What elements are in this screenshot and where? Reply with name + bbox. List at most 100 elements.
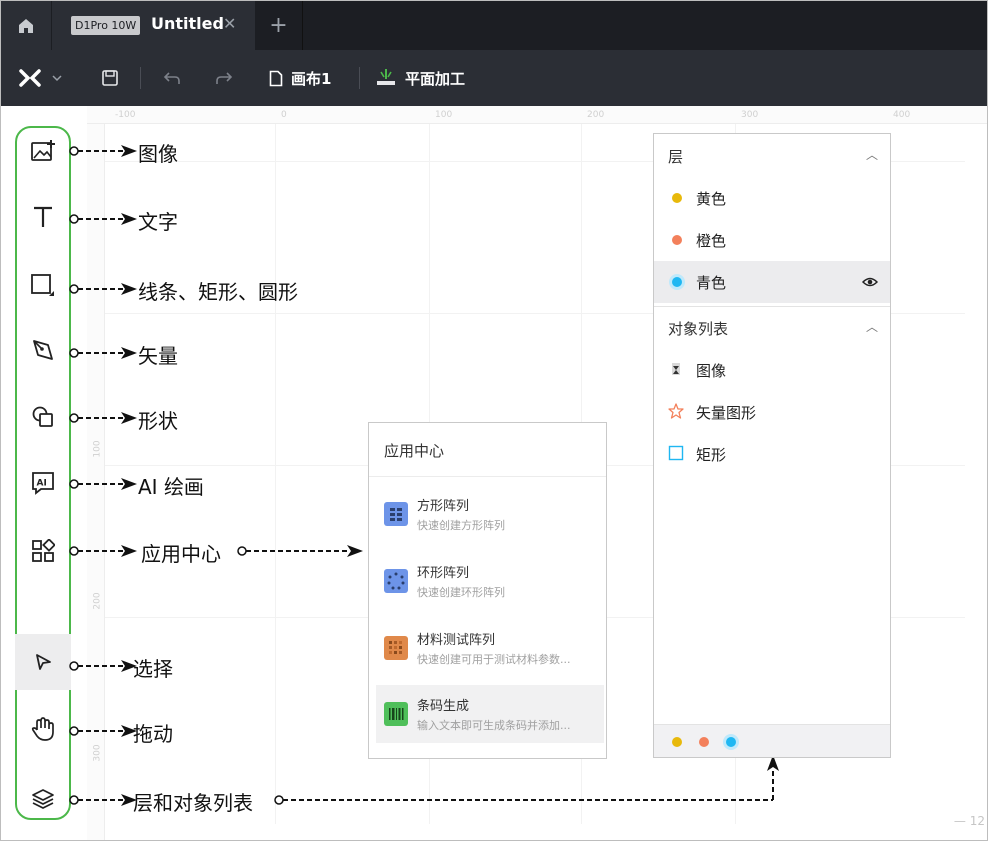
eye-icon[interactable] [862, 274, 878, 290]
annotation-drag: 拖动 [133, 722, 173, 746]
shapes-icon [32, 406, 53, 427]
undo-button[interactable] [163, 50, 181, 106]
grid-array-icon [384, 502, 408, 526]
layers-objects-button[interactable] [15, 771, 71, 827]
redo-button[interactable] [215, 50, 233, 106]
annotation-arrow [69, 794, 137, 806]
divider [369, 476, 606, 477]
layers-icon [32, 789, 54, 809]
xtool-menu-button[interactable] [19, 50, 63, 106]
ruler-tick-label: -100 [115, 110, 136, 120]
app-item-material-test[interactable]: 材料测试阵列 快速创建可用于测试材料参数... [376, 619, 604, 677]
mode-label: 平面加工 [405, 69, 466, 88]
annotation-shape: 形状 [138, 409, 178, 433]
layer-color-swatch-cyan[interactable] [726, 737, 736, 747]
ruler-tick-label: 300 [92, 744, 103, 762]
layers-header: 层 [668, 148, 684, 166]
annotation-arrow [69, 213, 137, 225]
app-item-desc: 快速创建方形阵列 [417, 519, 505, 532]
annotation-arrow [69, 660, 137, 672]
processing-mode-button[interactable]: 平面加工 [375, 50, 465, 106]
shapes-library-button[interactable] [15, 389, 71, 445]
apps-grid-icon [32, 539, 55, 562]
layer-row-cyan[interactable]: 青色 [654, 261, 890, 303]
app-center-button[interactable] [15, 523, 71, 579]
annotation-app-center: 应用中心 [141, 542, 221, 566]
annotation-arrow [69, 412, 137, 424]
ai-draw-tool-button[interactable]: AI [15, 455, 71, 511]
cursor-arrow-icon [36, 654, 51, 670]
layer-color-dot [672, 277, 682, 287]
add-tab-button[interactable]: + [255, 1, 303, 50]
app-item-barcode[interactable]: 条码生成 输入文本即可生成条码并添加... [376, 685, 604, 743]
save-button[interactable] [101, 50, 119, 106]
app-item-name: 方形阵列 [417, 499, 470, 514]
annotation-line-rect-circle: 线条、矩形、圆形 [138, 280, 298, 304]
object-row-rectangle[interactable]: 矩形 [654, 433, 890, 475]
ruler-tick-label: 0 [281, 110, 287, 120]
tab-bar: D1Pro 10W Untitled ✕ + [1, 1, 987, 50]
tab-title: Untitled [151, 14, 224, 33]
circular-array-icon [384, 569, 408, 593]
app-item-desc: 输入文本即可生成条码并添加... [417, 719, 571, 732]
annotation-arrow [69, 283, 137, 295]
shape-primitives-tool-button[interactable] [15, 257, 71, 313]
divider [654, 306, 890, 307]
annotation-text: 文字 [138, 210, 178, 234]
object-row-vector[interactable]: 矢量图形 [654, 391, 890, 433]
layer-color-dot [672, 193, 682, 203]
app-item-name: 环形阵列 [417, 566, 470, 581]
app-item-name: 条码生成 [417, 699, 470, 714]
annotation-arrow [69, 347, 137, 359]
document-icon [269, 70, 283, 86]
vector-pen-tool-button[interactable] [15, 322, 71, 378]
annotation-arrow-to-panel [274, 755, 779, 805]
annotation-image: 图像 [138, 142, 178, 166]
object-row-image[interactable]: 图像 [654, 349, 890, 391]
pen-icon [33, 340, 53, 360]
object-name: 图像 [696, 362, 727, 380]
objects-header: 对象列表 [668, 320, 729, 338]
object-name: 矢量图形 [696, 404, 757, 422]
device-badge: D1Pro 10W [71, 16, 141, 35]
app-center-panel: 应用中心 方形阵列 快速创建方形阵列 环形阵列 快速创建环形阵列 材料测试阵列 … [368, 422, 607, 759]
ruler-tick-label: 100 [435, 110, 453, 120]
zoom-indicator[interactable]: — 12 [954, 814, 985, 828]
select-tool-button[interactable] [15, 634, 71, 690]
layer-name: 青色 [696, 274, 727, 292]
layers-objects-panel: 层 ︿ 黄色 橙色 青色 对象列表 ︿ 图像 矢量图形 矩形 [653, 133, 891, 758]
tab-document[interactable]: D1Pro 10W Untitled ✕ [51, 1, 255, 50]
toolbar-divider [359, 67, 360, 89]
image-tool-button[interactable] [15, 123, 71, 179]
xtool-logo-icon [19, 69, 41, 87]
chevron-up-icon[interactable]: ︿ [866, 318, 878, 335]
pan-tool-button[interactable] [15, 701, 71, 757]
home-button[interactable] [1, 1, 51, 50]
app-item-name: 材料测试阵列 [417, 633, 496, 648]
annotation-arrow [69, 545, 137, 557]
layer-row-orange[interactable]: 橙色 [654, 219, 890, 261]
layer-color-footer [654, 724, 890, 757]
layer-color-swatch-yellow[interactable] [672, 737, 682, 747]
layer-row-yellow[interactable]: 黄色 [654, 177, 890, 219]
layer-color-dot [672, 235, 682, 245]
ruler-tick-label: 400 [893, 110, 911, 120]
text-icon [34, 206, 52, 227]
svg-text:AI: AI [37, 479, 47, 489]
ruler-tick-label: 200 [587, 110, 605, 120]
annotation-vector: 矢量 [138, 344, 178, 368]
layer-color-swatch-orange[interactable] [699, 737, 709, 747]
app-item-circular-array[interactable]: 环形阵列 快速创建环形阵列 [376, 552, 604, 610]
canvas-button[interactable]: 画布1 [269, 50, 331, 106]
close-icon[interactable]: ✕ [223, 14, 236, 33]
text-tool-button[interactable] [15, 189, 71, 245]
annotation-ai-draw: AI 绘画 [138, 475, 204, 499]
image-add-icon [31, 140, 55, 161]
chevron-up-icon[interactable]: ︿ [866, 146, 878, 163]
ruler-tick-label: 100 [92, 440, 103, 458]
app-item-square-array[interactable]: 方形阵列 快速创建方形阵列 [376, 485, 604, 543]
annotation-arrow [69, 145, 137, 157]
app-window: D1Pro 10W Untitled ✕ + 画布1 平面加工 -100 0 1… [0, 0, 988, 841]
annotation-arrow [69, 478, 137, 490]
material-test-icon [384, 636, 408, 660]
